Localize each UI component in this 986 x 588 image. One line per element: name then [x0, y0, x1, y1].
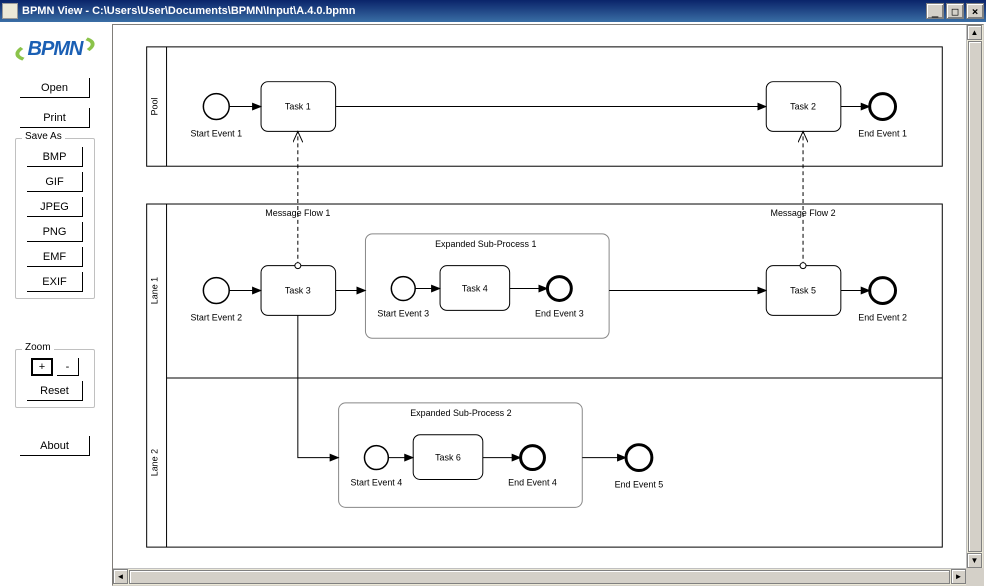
task-2-label: Task 2 [790, 102, 816, 112]
open-button[interactable]: Open [20, 78, 90, 98]
gif-button[interactable]: GIF [27, 172, 83, 192]
end-event-4 [521, 446, 545, 470]
scroll-down-icon[interactable]: ▼ [967, 553, 982, 568]
about-button[interactable]: About [20, 436, 90, 456]
diagram-canvas[interactable]: Pool Start Event 1 Task 1 Task 2 End Eve… [113, 25, 966, 568]
task-5-label: Task 5 [790, 286, 816, 296]
start-event-3 [391, 277, 415, 301]
end-event-3 [547, 277, 571, 301]
save-as-group: Save As BMP GIF JPEG PNG EMF EXIF [15, 138, 95, 299]
logo: BPMN [8, 30, 103, 68]
lane-2-label: Lane 2 [150, 449, 160, 476]
close-button[interactable]: × [966, 3, 984, 19]
end-event-3-label: End Event 3 [535, 308, 584, 318]
end-event-1 [870, 94, 896, 120]
bmp-button[interactable]: BMP [27, 147, 83, 167]
lane-1-label: Lane 1 [150, 277, 160, 304]
scroll-thumb-v[interactable] [968, 41, 982, 552]
jpeg-button[interactable]: JPEG [27, 197, 83, 217]
zoom-out-button[interactable]: - [57, 358, 79, 376]
msg-flow-1-label: Message Flow 1 [265, 208, 330, 218]
zoom-reset-button[interactable]: Reset [27, 381, 83, 401]
scroll-up-icon[interactable]: ▲ [967, 25, 982, 40]
start-event-4 [364, 446, 388, 470]
start-event-1 [203, 94, 229, 120]
vertical-scrollbar[interactable]: ▲ ▼ [966, 25, 983, 568]
save-as-label: Save As [22, 131, 65, 142]
title-bar: BPMN View - C:\Users\User\Documents\BPMN… [0, 0, 986, 22]
logo-text: BPMN [28, 38, 83, 61]
scroll-thumb-h[interactable] [129, 570, 950, 584]
end-event-2 [870, 278, 896, 304]
print-button[interactable]: Print [20, 108, 90, 128]
canvas-container: Pool Start Event 1 Task 1 Task 2 End Eve… [112, 24, 984, 586]
scroll-left-icon[interactable]: ◄ [113, 569, 128, 584]
task-1-label: Task 1 [285, 102, 311, 112]
scroll-right-icon[interactable]: ► [951, 569, 966, 584]
task-6-label: Task 6 [435, 453, 461, 463]
sidebar: BPMN Open Print Save As BMP GIF JPEG PNG… [0, 22, 110, 588]
zoom-label: Zoom [22, 342, 54, 353]
window-title: BPMN View - C:\Users\User\Documents\BPMN… [22, 5, 926, 17]
start-event-2-label: Start Event 2 [190, 312, 242, 322]
maximize-button[interactable]: □ [946, 3, 964, 19]
end-event-5 [626, 445, 652, 471]
start-event-1-label: Start Event 1 [190, 128, 242, 138]
app-icon [2, 3, 18, 19]
end-event-4-label: End Event 4 [508, 477, 557, 487]
start-event-2 [203, 278, 229, 304]
msg-flow-2-label: Message Flow 2 [771, 208, 836, 218]
zoom-group: Zoom + - Reset [15, 349, 95, 408]
minimize-button[interactable]: _ [926, 3, 944, 19]
task-3-label: Task 3 [285, 286, 311, 296]
horizontal-scrollbar[interactable]: ◄ ► [113, 568, 966, 585]
end-event-2-label: End Event 2 [858, 312, 907, 322]
zoom-in-button[interactable]: + [31, 358, 53, 376]
sub-1-label: Expanded Sub-Process 1 [435, 239, 536, 249]
task-4-label: Task 4 [462, 284, 488, 294]
exif-button[interactable]: EXIF [27, 272, 83, 292]
end-event-1-label: End Event 1 [858, 128, 907, 138]
end-event-5-label: End Event 5 [615, 479, 664, 489]
emf-button[interactable]: EMF [27, 247, 83, 267]
png-button[interactable]: PNG [27, 222, 83, 242]
scroll-corner [966, 568, 983, 585]
start-event-3-label: Start Event 3 [377, 308, 429, 318]
sub-2-label: Expanded Sub-Process 2 [410, 408, 511, 418]
pool-label: Pool [150, 98, 160, 116]
start-event-4-label: Start Event 4 [351, 477, 403, 487]
